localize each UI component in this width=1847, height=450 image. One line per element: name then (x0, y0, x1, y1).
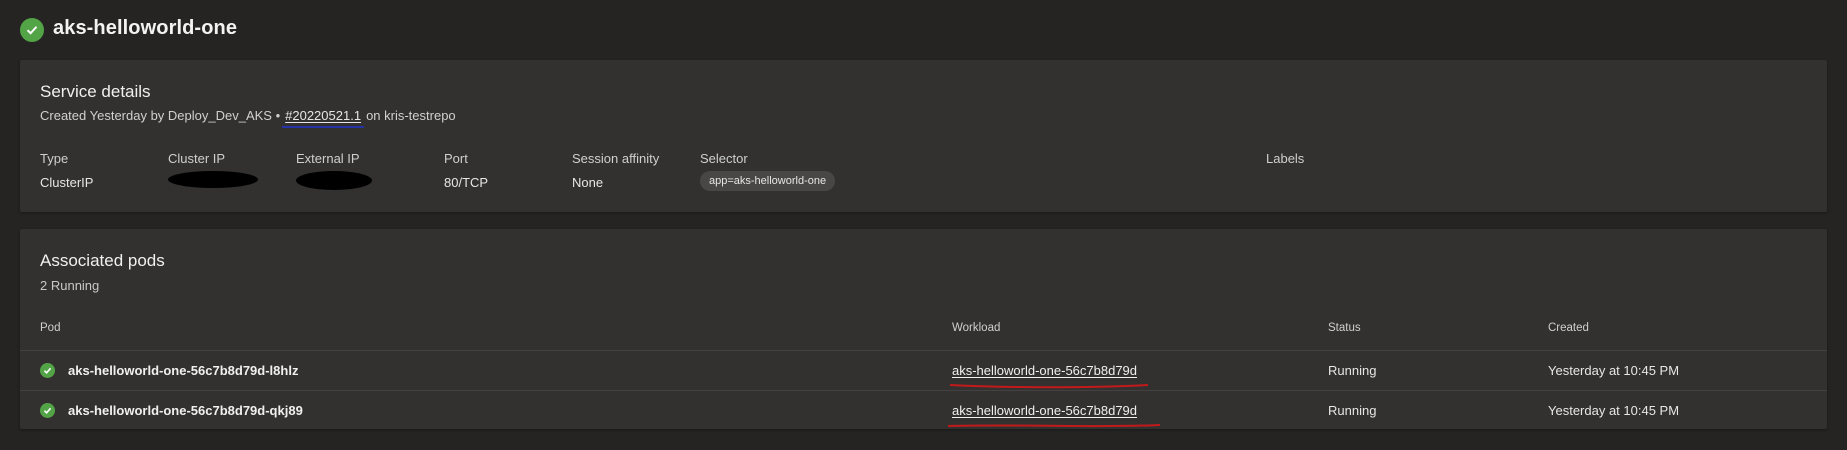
field-external-ip-label: External IP (296, 151, 360, 166)
column-header-pod: Pod (40, 322, 61, 334)
check-circle-icon (40, 403, 55, 418)
field-port-value: 80/TCP (444, 175, 489, 190)
pod-name[interactable]: aks-helloworld-one-56c7b8d79d-qkj89 (68, 403, 303, 418)
field-external-ip: External IP (296, 151, 372, 195)
page: aks-helloworld-one Service details Creat… (0, 0, 1847, 450)
created-time: Yesterday at 10:45 PM (1548, 363, 1680, 378)
page-header: aks-helloworld-one (20, 14, 237, 42)
run-link[interactable]: #20220521.1 (282, 108, 365, 128)
column-header-created: Created (1548, 322, 1589, 334)
field-type-value: ClusterIP (40, 175, 94, 190)
field-labels-label: Labels (1266, 151, 1305, 166)
column-header-status: Status (1328, 322, 1361, 334)
field-port-label: Port (444, 151, 468, 166)
field-type-label: Type (40, 151, 69, 166)
annotation-scribble (947, 424, 1161, 428)
field-session-affinity: Session affinity None (572, 151, 659, 190)
associated-pods-title: Associated pods (40, 251, 165, 270)
annotation-scribble (949, 384, 1149, 389)
created-prefix: Created Yesterday by Deploy_Dev_AKS • (40, 108, 281, 123)
workload-link[interactable]: aks-helloworld-one-56c7b8d79d (952, 403, 1137, 418)
table-row[interactable]: aks-helloworld-one-56c7b8d79d-l8hlz aks-… (20, 350, 1827, 390)
field-selector: Selector app=aks-helloworld-one (700, 151, 836, 191)
check-circle-icon (40, 363, 55, 378)
field-type: Type ClusterIP (40, 151, 93, 190)
field-session-affinity-label: Session affinity (572, 151, 660, 166)
workload-link[interactable]: aks-helloworld-one-56c7b8d79d (952, 363, 1137, 378)
selector-pill: app=aks-helloworld-one (700, 171, 836, 191)
status-text: Running (1328, 363, 1377, 378)
field-selector-label: Selector (700, 151, 748, 166)
check-circle-icon (20, 18, 44, 42)
field-port: Port 80/TCP (444, 151, 488, 190)
pod-name[interactable]: aks-helloworld-one-56c7b8d79d-l8hlz (68, 363, 298, 378)
created-suffix: on kris-testrepo (366, 108, 456, 123)
field-cluster-ip-label: Cluster IP (168, 151, 226, 166)
page-title: aks-helloworld-one (53, 16, 238, 39)
associated-pods-card: Associated pods 2 Running Pod Workload S… (20, 229, 1827, 429)
column-header-workload: Workload (952, 322, 1001, 334)
field-labels: Labels (1266, 151, 1304, 166)
field-session-affinity-value: None (572, 175, 604, 190)
status-text: Running (1328, 403, 1377, 418)
running-count: 2 Running (40, 278, 100, 293)
service-details-title: Service details (40, 82, 151, 101)
redacted-cluster-ip (168, 171, 258, 188)
field-cluster-ip: Cluster IP (168, 151, 258, 193)
created-info: Created Yesterday by Deploy_Dev_AKS • #2… (40, 108, 456, 128)
table-row[interactable]: aks-helloworld-one-56c7b8d79d-qkj89 aks-… (20, 390, 1827, 430)
created-time: Yesterday at 10:45 PM (1548, 403, 1680, 418)
service-details-card: Service details Created Yesterday by Dep… (20, 60, 1827, 212)
redacted-external-ip (296, 171, 372, 190)
